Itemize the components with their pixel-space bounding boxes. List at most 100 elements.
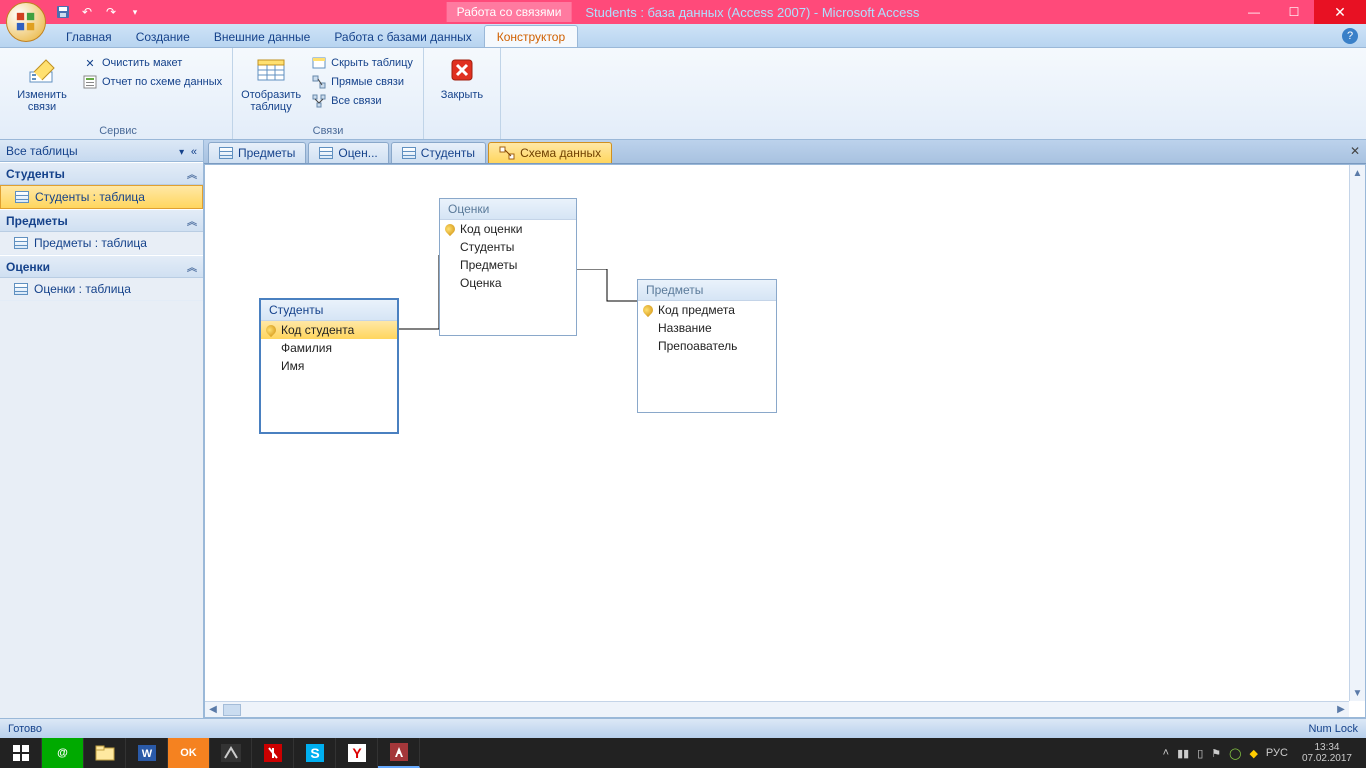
clear-layout-button[interactable]: ✕Очистить макет: [78, 54, 226, 72]
quick-access-toolbar: ↶ ↷ ▾: [54, 0, 144, 24]
svg-text:S: S: [310, 745, 319, 761]
doc-tab-subjects[interactable]: Предметы: [208, 142, 306, 163]
chevron-down-icon[interactable]: ▾: [179, 147, 184, 158]
status-text: Готово: [8, 723, 42, 735]
close-design-button[interactable]: Закрыть: [430, 50, 494, 101]
taskbar-access-icon[interactable]: [378, 738, 420, 768]
field-row[interactable]: Препоаватель: [638, 337, 776, 355]
horizontal-scrollbar[interactable]: ◀▶: [205, 701, 1349, 717]
doc-tab-students[interactable]: Студенты: [391, 142, 486, 163]
field-row[interactable]: Код студента: [261, 321, 397, 339]
field-row[interactable]: Код оценки: [440, 220, 576, 238]
close-button[interactable]: ✕: [1314, 0, 1366, 24]
document-area: Предметы Оцен... Студенты Схема данных ✕…: [204, 140, 1366, 718]
table-box-header[interactable]: Предметы: [638, 280, 776, 301]
start-button[interactable]: [0, 738, 42, 768]
scroll-thumb[interactable]: [223, 704, 241, 716]
table-box-grades[interactable]: Оценки Код оценки Студенты Предметы Оцен…: [439, 198, 577, 336]
tab-external-data[interactable]: Внешние данные: [202, 26, 323, 47]
maximize-button[interactable]: ☐: [1274, 0, 1314, 24]
document-tabs: Предметы Оцен... Студенты Схема данных ✕: [204, 140, 1366, 164]
nav-group-header[interactable]: Студенты︽: [0, 162, 203, 185]
qat-dropdown-icon[interactable]: ▾: [126, 3, 144, 21]
scroll-up-icon[interactable]: ▲: [1350, 165, 1365, 181]
tab-database-tools[interactable]: Работа с базами данных: [322, 26, 483, 47]
chevron-up-icon: ︽: [187, 166, 197, 181]
table-box-header[interactable]: Оценки: [440, 199, 576, 220]
taskbar-clock[interactable]: 13:3407.02.2017: [1296, 742, 1358, 764]
field-row[interactable]: Название: [638, 319, 776, 337]
taskbar-explorer-icon[interactable]: [84, 738, 126, 768]
nav-header[interactable]: Все таблицы ▾ «: [0, 140, 203, 162]
tab-home[interactable]: Главная: [54, 26, 124, 47]
hide-table-button[interactable]: Скрыть таблицу: [307, 54, 417, 72]
relationship-report-button[interactable]: Отчет по схеме данных: [78, 73, 226, 91]
taskbar-browser-icon[interactable]: Y: [336, 738, 378, 768]
nav-group-header[interactable]: Оценки︽: [0, 255, 203, 278]
clear-icon: ✕: [82, 55, 98, 71]
table-box-students[interactable]: Студенты Код студента Фамилия Имя: [259, 298, 399, 434]
taskbar-pdf-icon[interactable]: [252, 738, 294, 768]
field-row[interactable]: Фамилия: [261, 339, 397, 357]
collapse-nav-icon[interactable]: «: [191, 146, 197, 158]
tray-chevron-up-icon[interactable]: ˄: [1163, 747, 1169, 759]
tray-shield-icon[interactable]: ◆: [1249, 747, 1257, 760]
nav-group-header[interactable]: Предметы︽: [0, 209, 203, 232]
nav-item-grades-table[interactable]: Оценки : таблица: [0, 278, 203, 301]
tray-volume-icon[interactable]: ◯: [1229, 747, 1241, 760]
table-box-header[interactable]: Студенты: [261, 300, 397, 321]
nav-item-students-table[interactable]: Студенты : таблица: [0, 185, 203, 209]
field-row[interactable]: Код предмета: [638, 301, 776, 319]
taskbar-app-icon[interactable]: [210, 738, 252, 768]
tray-network-icon[interactable]: ▮▮: [1177, 747, 1189, 760]
system-tray[interactable]: ˄ ▮▮ ▯ ⚑ ◯ ◆ РУС 13:3407.02.2017: [1163, 742, 1366, 764]
taskbar-word-icon[interactable]: W: [126, 738, 168, 768]
chevron-up-icon: ︽: [187, 213, 197, 228]
redo-icon[interactable]: ↷: [102, 3, 120, 21]
help-icon[interactable]: ?: [1342, 28, 1358, 44]
minimize-button[interactable]: —: [1234, 0, 1274, 24]
tray-action-icon[interactable]: ⚑: [1211, 747, 1221, 760]
direct-relationships-button[interactable]: Прямые связи: [307, 73, 417, 91]
doc-tab-schema[interactable]: Схема данных: [488, 142, 612, 163]
relationship-canvas[interactable]: Студенты Код студента Фамилия Имя Оценки…: [204, 164, 1366, 718]
taskbar-skype-icon[interactable]: S: [294, 738, 336, 768]
svg-text:W: W: [141, 748, 152, 760]
ribbon-group-label: Сервис: [10, 123, 226, 139]
doc-tab-grades[interactable]: Оцен...: [308, 142, 388, 163]
office-button[interactable]: [6, 2, 46, 42]
field-row[interactable]: Оценка: [440, 274, 576, 292]
close-tab-icon[interactable]: ✕: [1350, 144, 1360, 158]
table-box-subjects[interactable]: Предметы Код предмета Название Препоават…: [637, 279, 777, 413]
scroll-left-icon[interactable]: ◀: [205, 704, 221, 715]
table-icon: [14, 237, 28, 249]
table-icon: [14, 283, 28, 295]
navigation-pane: Все таблицы ▾ « Студенты︽ Студенты : таб…: [0, 140, 204, 718]
hide-table-icon: [311, 55, 327, 71]
vertical-scrollbar[interactable]: ▲▼: [1349, 165, 1365, 701]
tab-design[interactable]: Конструктор: [484, 25, 578, 47]
table-icon: [15, 191, 29, 203]
tray-battery-icon[interactable]: ▯: [1197, 747, 1203, 760]
direct-rel-icon: [311, 74, 327, 90]
undo-icon[interactable]: ↶: [78, 3, 96, 21]
field-row[interactable]: Предметы: [440, 256, 576, 274]
field-row[interactable]: Имя: [261, 357, 397, 375]
nav-item-subjects-table[interactable]: Предметы : таблица: [0, 232, 203, 255]
field-row[interactable]: Студенты: [440, 238, 576, 256]
all-rel-icon: [311, 93, 327, 109]
all-relationships-button[interactable]: Все связи: [307, 92, 417, 110]
scroll-down-icon[interactable]: ▼: [1350, 685, 1365, 701]
edit-relationships-button[interactable]: Изменить связи: [10, 50, 74, 113]
taskbar-app-icon[interactable]: @: [42, 738, 84, 768]
scroll-right-icon[interactable]: ▶: [1333, 704, 1349, 715]
table-icon: [319, 147, 333, 159]
status-numlock: Num Lock: [1308, 723, 1358, 735]
taskbar-app-icon[interactable]: OK: [168, 738, 210, 768]
tab-create[interactable]: Создание: [124, 26, 202, 47]
show-table-button[interactable]: Отобразить таблицу: [239, 50, 303, 113]
chevron-up-icon: ︽: [187, 259, 197, 274]
save-icon[interactable]: [54, 3, 72, 21]
language-indicator[interactable]: РУС: [1266, 747, 1288, 759]
report-icon: [82, 74, 98, 90]
